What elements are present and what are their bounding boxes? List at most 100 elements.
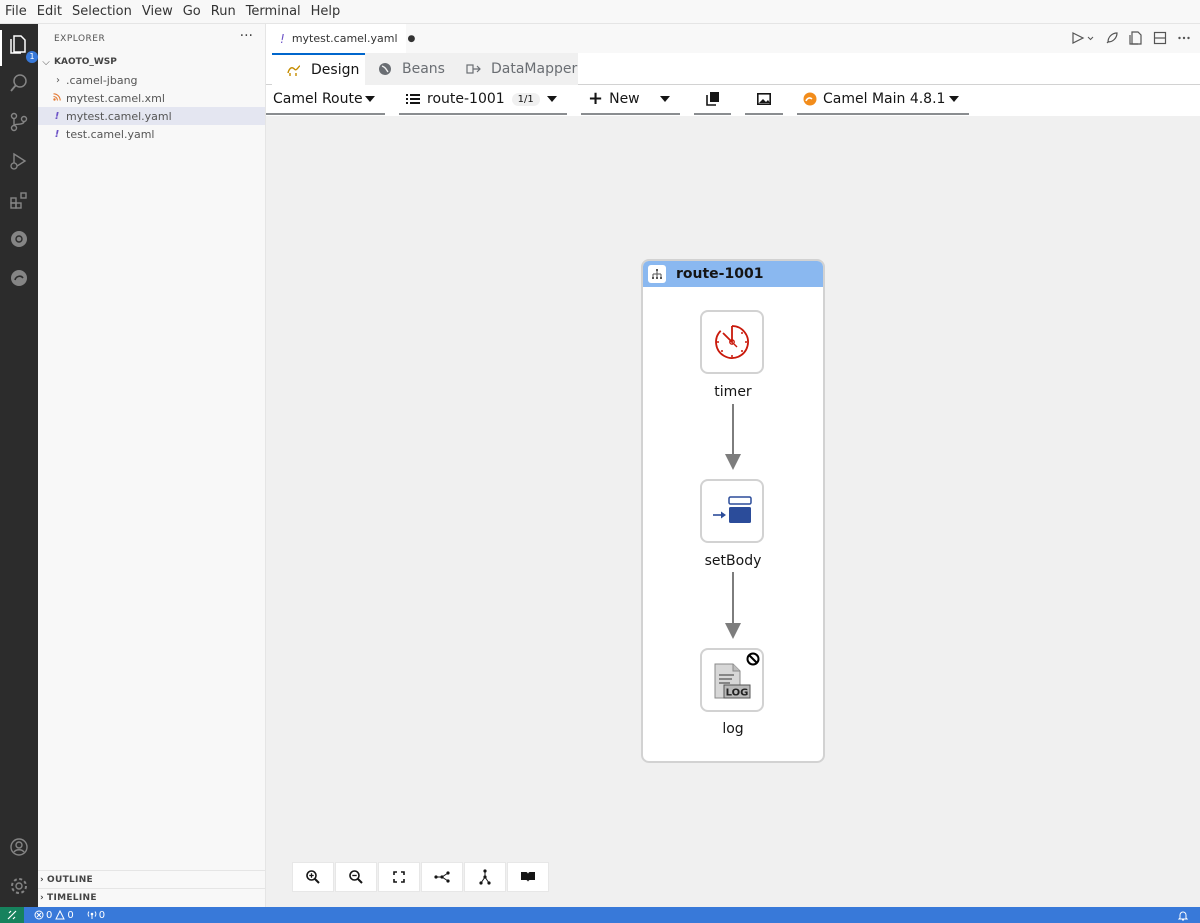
run-debug-icon[interactable] [7, 149, 31, 173]
disabled-icon [746, 652, 760, 666]
chevron-down-icon: ⌵ [42, 56, 50, 68]
menu-terminal[interactable]: Terminal [241, 0, 306, 24]
deploy-rocket-icon[interactable] [1104, 30, 1120, 46]
legend-button[interactable] [507, 862, 549, 892]
tree-item-camel-jbang[interactable]: › .camel-jbang [38, 71, 265, 89]
vertical-layout-icon [479, 869, 491, 885]
timeline-section[interactable]: › TIMELINE [38, 888, 265, 906]
ports-count: 0 [98, 909, 106, 921]
search-icon[interactable] [7, 71, 31, 95]
export-image-button[interactable] [745, 85, 783, 115]
list-icon [406, 93, 420, 105]
menu-run[interactable]: Run [206, 0, 241, 24]
outline-label: OUTLINE [47, 874, 93, 885]
new-route-button[interactable]: + New [581, 85, 680, 115]
workspace-root[interactable]: ⌵ KAOTO_WSP [38, 53, 265, 71]
open-source-icon[interactable] [1128, 30, 1144, 46]
zoom-in-icon [306, 870, 320, 884]
more-actions-icon[interactable] [1176, 30, 1192, 46]
menu-help[interactable]: Help [306, 0, 346, 24]
tab-datamapper[interactable]: DataMapper [452, 53, 578, 85]
edge-setbody-log [732, 572, 734, 625]
route-select[interactable]: route-1001 1/1 [399, 85, 567, 115]
menu-selection[interactable]: Selection [67, 0, 137, 24]
run-camel-icon[interactable] [1070, 30, 1096, 46]
copy-button[interactable] [694, 85, 731, 115]
explorer-icon[interactable]: 1 [7, 32, 38, 63]
tab-mytest-yaml[interactable]: ! mytest.camel.yaml ● [266, 24, 415, 53]
zoom-out-button[interactable] [335, 862, 377, 892]
canvas-controls [292, 862, 550, 892]
kubernetes-icon[interactable] [7, 227, 31, 251]
problems-indicator[interactable]: 0 0 [34, 910, 74, 921]
chevron-right-icon: › [40, 874, 45, 885]
tab-label: DataMapper [491, 61, 578, 77]
route-group-header[interactable]: route-1001 [643, 261, 823, 287]
explorer-badge: 1 [26, 51, 38, 63]
notifications-bell-icon[interactable] [1178, 910, 1188, 921]
tree-item-label: test.camel.yaml [66, 127, 155, 141]
beans-icon [377, 61, 393, 77]
route-canvas[interactable]: route-1001 timer setBody LOG log [266, 116, 1200, 907]
menu-go[interactable]: Go [178, 0, 206, 24]
tree-item-label: mytest.camel.yaml [66, 109, 172, 123]
runtime-select[interactable]: Camel Main 4.8.1 [797, 85, 969, 115]
zoom-out-icon [349, 870, 363, 884]
source-control-icon[interactable] [7, 110, 31, 134]
tab-beans[interactable]: Beans [365, 53, 452, 85]
node-setbody[interactable] [700, 479, 764, 543]
vertical-layout-button[interactable] [464, 862, 506, 892]
manage-gear-icon[interactable] [7, 874, 31, 898]
fit-to-screen-button[interactable] [378, 862, 420, 892]
extensions-icon[interactable] [7, 188, 31, 212]
warning-icon [55, 910, 66, 920]
tree-item-test-yaml[interactable]: ! test.camel.yaml [38, 125, 265, 143]
yaml-exclamation-icon: ! [54, 110, 60, 122]
timer-icon [715, 325, 749, 359]
node-timer[interactable] [700, 310, 764, 374]
arrowhead [725, 623, 741, 639]
legend-book-icon [521, 872, 535, 882]
plus-icon: + [588, 88, 604, 109]
menu-file[interactable]: File [0, 0, 32, 24]
dsl-type-select[interactable]: Camel Route [266, 85, 385, 115]
fit-to-screen-icon [393, 871, 405, 883]
route-hierarchy-icon [648, 265, 666, 283]
yaml-exclamation-icon: ! [280, 31, 285, 46]
editor-actions [1070, 30, 1192, 46]
tree-item-mytest-xml[interactable]: mytest.camel.xml [38, 89, 265, 107]
camel-runtime-icon [803, 92, 817, 106]
setbody-icon [713, 496, 752, 523]
tree-item-mytest-yaml[interactable]: ! mytest.camel.yaml [38, 107, 265, 125]
horizontal-layout-button[interactable] [421, 862, 463, 892]
tree-item-label: mytest.camel.xml [66, 91, 165, 105]
menu-edit[interactable]: Edit [32, 0, 67, 24]
more-actions-icon[interactable]: ··· [240, 28, 253, 44]
split-editor-icon[interactable] [1152, 30, 1168, 46]
tab-label: Design [311, 62, 360, 78]
canvas-toolbar: Camel Route route-1001 1/1 + New Camel M… [266, 85, 1200, 116]
remote-icon[interactable] [0, 907, 24, 923]
account-icon[interactable] [7, 835, 31, 859]
route-group[interactable]: route-1001 timer setBody LOG log [641, 259, 825, 763]
arrowhead [725, 454, 741, 470]
node-log[interactable]: LOG [700, 648, 764, 712]
activity-bar: 1 [0, 24, 38, 907]
dsl-type-label: Camel Route [273, 91, 363, 107]
tab-label: mytest.camel.yaml [291, 32, 398, 45]
outline-section[interactable]: › OUTLINE [38, 870, 265, 888]
ports-indicator[interactable]: 0 [87, 910, 105, 921]
route-select-label: route-1001 [427, 91, 505, 107]
editor-tabs: ! mytest.camel.yaml ● [266, 24, 1200, 53]
error-count: 0 [46, 909, 53, 921]
menu-view[interactable]: View [137, 0, 178, 24]
zoom-in-button[interactable] [292, 862, 334, 892]
tab-design[interactable]: Design [272, 53, 365, 85]
camel-icon[interactable] [7, 266, 31, 290]
horizontal-layout-icon [434, 871, 450, 883]
dirty-indicator-icon[interactable]: ● [408, 34, 416, 44]
new-label: New [609, 91, 640, 107]
image-icon [757, 93, 771, 105]
status-bar: 0 0 0 [0, 907, 1200, 923]
workspace-label: KAOTO_WSP [54, 57, 117, 67]
